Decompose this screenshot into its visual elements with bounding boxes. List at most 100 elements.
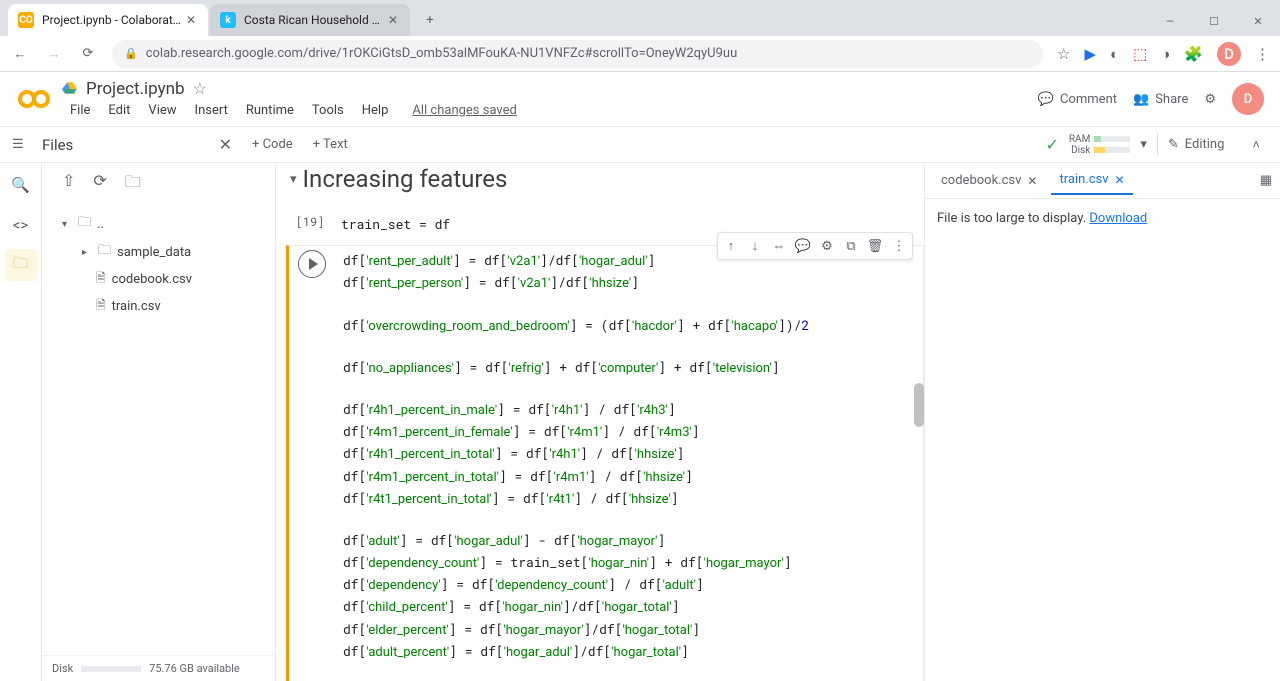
file-icon: 🗎 bbox=[96, 269, 106, 290]
close-icon[interactable]: ✕ bbox=[386, 13, 400, 27]
folder-icon: 🗀 bbox=[98, 241, 111, 263]
user-avatar[interactable]: D bbox=[1232, 83, 1264, 115]
hamburger-icon[interactable]: ☰ bbox=[0, 137, 24, 152]
minimize-icon[interactable]: — bbox=[1148, 6, 1192, 36]
tree-file[interactable]: 🗎 codebook.csv bbox=[42, 266, 275, 293]
close-panel-icon[interactable]: ✕ bbox=[219, 135, 232, 154]
folder-icon[interactable]: 🗀 bbox=[5, 249, 37, 281]
comment-cell-icon[interactable]: 💬 bbox=[792, 235, 814, 257]
code-snippet-icon[interactable]: <> bbox=[5, 209, 37, 241]
move-up-icon[interactable]: ↑ bbox=[720, 235, 742, 257]
share-button[interactable]: 👥 Share bbox=[1133, 92, 1188, 107]
menu-bar: File Edit View Insert Runtime Tools Help… bbox=[62, 101, 1038, 120]
menu-icon[interactable]: ⋮ bbox=[1255, 45, 1270, 63]
search-icon[interactable]: 🔍 bbox=[5, 169, 37, 201]
menu-tools[interactable]: Tools bbox=[304, 101, 352, 120]
menu-insert[interactable]: Insert bbox=[187, 101, 236, 120]
colab-header: Project.ipynb ☆ File Edit View Insert Ru… bbox=[0, 72, 1280, 127]
cell-prompt: [19] bbox=[296, 214, 325, 230]
right-panel: codebook.csv ✕ train.csv ✕ ▦ File is too… bbox=[924, 163, 1280, 681]
tab-codebook[interactable]: codebook.csv ✕ bbox=[933, 167, 1045, 194]
document-title[interactable]: Project.ipynb bbox=[86, 79, 185, 99]
dropdown-icon[interactable]: ▾ bbox=[1140, 137, 1147, 152]
extensions-icon[interactable]: 🧩 bbox=[1184, 45, 1203, 63]
tab-train[interactable]: train.csv ✕ bbox=[1051, 166, 1132, 195]
comment-button[interactable]: 💬 Comment bbox=[1038, 92, 1117, 107]
chevron-down-icon[interactable]: ▾ bbox=[290, 172, 297, 187]
star-icon[interactable]: ☆ bbox=[193, 79, 207, 98]
close-tab-icon[interactable]: ✕ bbox=[1115, 173, 1125, 187]
delete-icon[interactable]: 🗑 bbox=[864, 235, 886, 257]
disk-bar bbox=[81, 666, 141, 672]
chevron-right-icon: ▸ bbox=[82, 247, 92, 258]
code-cell-active[interactable]: ↑ ↓ ⇔ 💬 ⚙ ⧉ 🗑 ⋮ df['rent_per_adult'] = d… bbox=[286, 245, 924, 681]
tab-title: Project.ipynb - Colaboratory bbox=[42, 13, 184, 27]
mount-drive-icon[interactable]: 🗀 bbox=[125, 171, 141, 198]
ext-icon-2[interactable]: ◐ bbox=[1110, 45, 1119, 63]
forward-icon[interactable]: → bbox=[44, 46, 64, 62]
grid-icon[interactable]: ▦ bbox=[1260, 173, 1272, 188]
back-icon[interactable]: ← bbox=[10, 46, 30, 62]
ext-icon-1[interactable]: ▶ bbox=[1084, 45, 1096, 63]
profile-avatar[interactable]: D bbox=[1217, 42, 1241, 66]
code-editor[interactable]: df['rent_per_adult'] = df['v2a1']/df['ho… bbox=[335, 246, 923, 681]
menu-file[interactable]: File bbox=[62, 101, 98, 120]
browser-tab-active[interactable]: CO Project.ipynb - Colaboratory ✕ bbox=[8, 4, 208, 36]
close-window-icon[interactable]: ✕ bbox=[1236, 6, 1280, 36]
reload-icon[interactable]: ⟳ bbox=[78, 46, 98, 61]
refresh-icon[interactable]: ⟳ bbox=[93, 171, 106, 198]
move-down-icon[interactable]: ↓ bbox=[744, 235, 766, 257]
download-link[interactable]: Download bbox=[1089, 211, 1147, 226]
colab-logo[interactable] bbox=[16, 81, 52, 117]
tree-folder[interactable]: ▸ 🗀 sample_data bbox=[42, 238, 275, 266]
link-icon[interactable]: ⇔ bbox=[768, 235, 790, 257]
more-icon[interactable]: ⋮ bbox=[888, 235, 910, 257]
editing-mode-button[interactable]: ✎ Editing bbox=[1157, 133, 1235, 156]
share-icon: 👥 bbox=[1133, 92, 1149, 107]
gear-icon[interactable]: ⚙ bbox=[1204, 92, 1216, 107]
tab-title: Costa Rican Household Poverty bbox=[244, 13, 386, 27]
notebook-area[interactable]: ▾ Increasing features [19] train_set = d… bbox=[276, 163, 924, 681]
close-icon[interactable]: ✕ bbox=[184, 13, 198, 27]
drive-icon bbox=[62, 81, 78, 97]
add-code-button[interactable]: + Code bbox=[242, 133, 303, 156]
run-cell-button[interactable] bbox=[298, 250, 326, 278]
star-icon[interactable]: ☆ bbox=[1057, 45, 1070, 63]
scrollbar-thumb[interactable] bbox=[914, 383, 924, 427]
collapse-icon[interactable]: ˄ bbox=[1244, 133, 1268, 157]
menu-edit[interactable]: Edit bbox=[100, 101, 138, 120]
close-tab-icon[interactable]: ✕ bbox=[1027, 174, 1037, 188]
new-tab-button[interactable]: + bbox=[416, 6, 444, 34]
menu-help[interactable]: Help bbox=[354, 101, 397, 120]
ext-icon-3[interactable]: ⬚ bbox=[1133, 45, 1147, 63]
tree-root[interactable]: ▾ 🗀 .. bbox=[42, 210, 275, 238]
mirror-icon[interactable]: ⧉ bbox=[840, 235, 862, 257]
upload-icon[interactable]: ⇧ bbox=[62, 171, 75, 198]
right-panel-tabs: codebook.csv ✕ train.csv ✕ ▦ bbox=[925, 163, 1280, 199]
comment-icon: 💬 bbox=[1038, 92, 1054, 107]
resource-meter[interactable]: RAM Disk bbox=[1069, 134, 1130, 156]
folder-icon: 🗀 bbox=[78, 213, 91, 235]
browser-tab[interactable]: k Costa Rican Household Poverty ✕ bbox=[210, 4, 410, 36]
right-panel-body: File is too large to display. Download bbox=[925, 199, 1280, 238]
url-input[interactable]: 🔒 colab.research.google.com/drive/1rOKCi… bbox=[112, 40, 1043, 68]
menu-runtime[interactable]: Runtime bbox=[238, 101, 302, 120]
file-icon: 🗎 bbox=[96, 296, 106, 317]
settings-icon[interactable]: ⚙ bbox=[816, 235, 838, 257]
maximize-icon[interactable]: ☐ bbox=[1192, 6, 1236, 36]
menu-view[interactable]: View bbox=[140, 101, 184, 120]
add-text-button[interactable]: + Text bbox=[303, 133, 358, 156]
ext-icon-4[interactable]: ◑ bbox=[1161, 45, 1170, 63]
tree-file[interactable]: 🗎 train.csv bbox=[42, 293, 275, 320]
section-heading[interactable]: ▾ Increasing features bbox=[286, 163, 924, 203]
toolbar-row: ☰ Files ✕ + Code + Text ✓ RAM Disk ▾ ✎ E… bbox=[0, 127, 1280, 163]
file-tree: ▾ 🗀 .. ▸ 🗀 sample_data 🗎 codebook.csv 🗎 … bbox=[42, 206, 275, 655]
mini-sidebar: 🔍 <> 🗀 bbox=[0, 163, 42, 681]
address-bar: ← → ⟳ 🔒 colab.research.google.com/drive/… bbox=[0, 36, 1280, 72]
save-status[interactable]: All changes saved bbox=[404, 101, 525, 120]
disk-footer: Disk 75.76 GB available bbox=[42, 655, 275, 681]
favicon-colab: CO bbox=[18, 12, 34, 28]
check-icon: ✓ bbox=[1045, 135, 1058, 154]
url-text: colab.research.google.com/drive/1rOKCiGt… bbox=[146, 46, 738, 61]
lock-icon: 🔒 bbox=[124, 47, 138, 60]
